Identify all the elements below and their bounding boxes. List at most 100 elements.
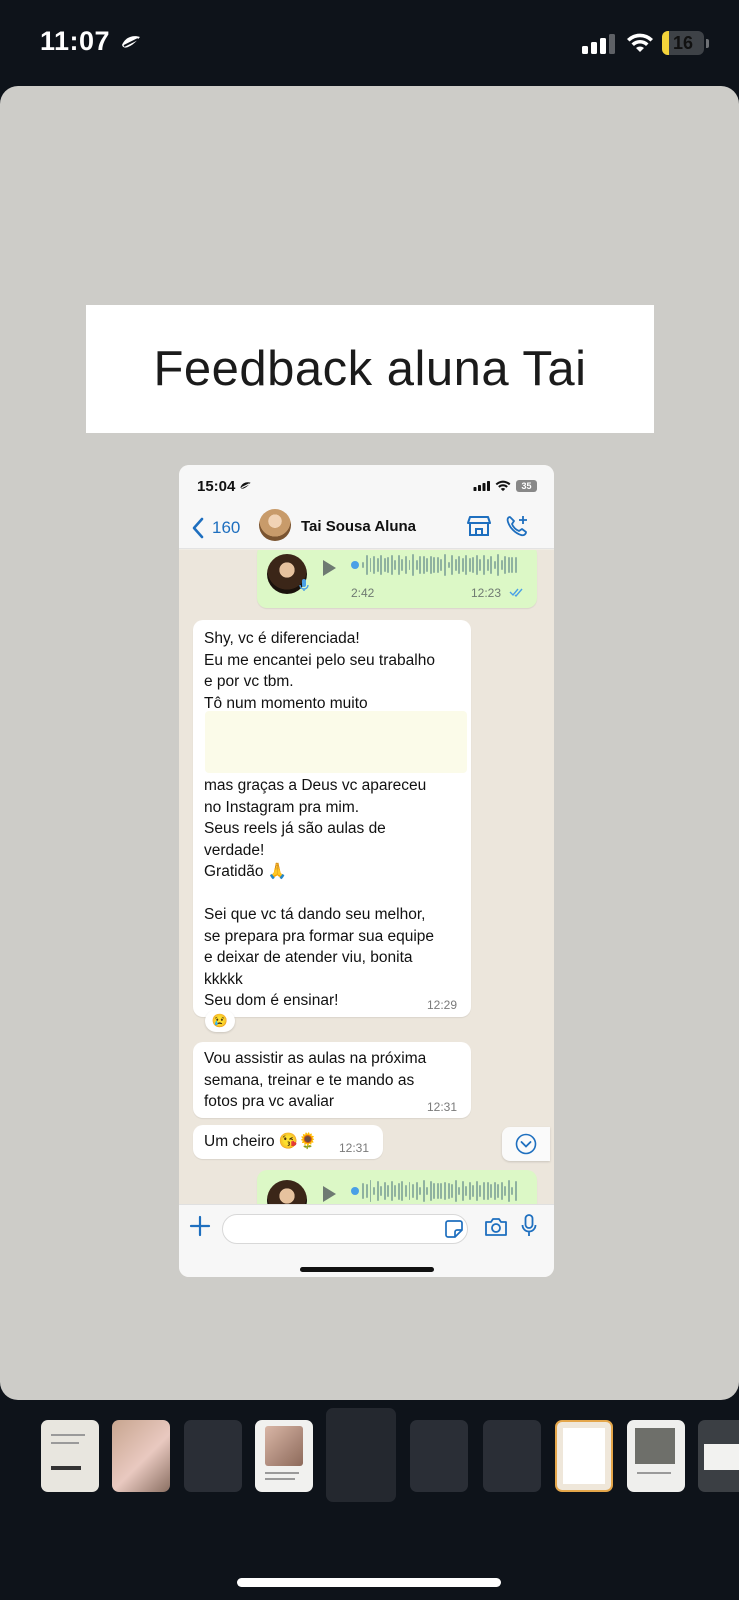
- waveform-bar: [454, 1180, 457, 1202]
- contact-name: Tai Sousa Aluna: [301, 518, 417, 535]
- waveform-bar: [475, 1180, 478, 1202]
- wifi-icon: [627, 33, 653, 52]
- waveform-bar: [436, 556, 439, 574]
- waveform-bar: [440, 1183, 443, 1199]
- waveform-bar: [362, 562, 365, 568]
- home-indicator[interactable]: [237, 1578, 501, 1587]
- waveform-bar: [461, 558, 464, 572]
- waveform-bar: [408, 560, 411, 570]
- waveform-bar: [497, 554, 500, 576]
- message-text: Vou assistir as aulas na próxima semana,…: [204, 1050, 427, 1110]
- waveform-bar: [429, 1181, 432, 1201]
- waveform-bar: [373, 1186, 376, 1196]
- message-input: [222, 1214, 468, 1244]
- waveform-bar: [479, 1184, 482, 1198]
- waveform-bar: [447, 1183, 450, 1199]
- story-thumbnail[interactable]: [555, 1420, 613, 1492]
- message-bubble: Shy, vc é diferenciada! Eu me encantei p…: [193, 620, 471, 1017]
- message-time: 12:31: [339, 1141, 370, 1155]
- waveform-bar: [504, 555, 507, 575]
- waveform-bar: [426, 557, 429, 573]
- story-title: Feedback aluna Tai: [153, 342, 587, 396]
- waveform-bar: [419, 1186, 422, 1196]
- story-thumbnail[interactable]: [184, 1420, 242, 1492]
- waveform-bar: [483, 555, 485, 575]
- story-thumbnail[interactable]: [483, 1420, 541, 1492]
- waveform-bar: [387, 557, 390, 573]
- contact-avatar: [259, 509, 291, 541]
- chevron-down-icon: [515, 1133, 537, 1155]
- waveform-bar: [394, 1184, 397, 1198]
- thumbnail-image: [635, 1428, 675, 1464]
- waveform-bar: [408, 1181, 411, 1201]
- wifi-icon: [495, 480, 511, 492]
- story-thumbnail[interactable]: [255, 1420, 313, 1492]
- waveform-bar: [380, 1185, 383, 1197]
- waveform-bar: [461, 1181, 464, 1201]
- waveform-bar: [433, 1183, 436, 1199]
- waveform-bar: [490, 1184, 493, 1198]
- battery-percent: 35: [516, 480, 537, 492]
- waveform-bar: [475, 554, 478, 576]
- waveform-bar: [373, 556, 376, 574]
- story-thumbnail[interactable]: [627, 1420, 685, 1492]
- battery-percent: 16: [672, 33, 694, 53]
- plus-icon: [189, 1215, 211, 1237]
- waveform-bar: [390, 1180, 393, 1202]
- message-time: 12:23: [471, 586, 502, 600]
- waveform-bar: [387, 1185, 390, 1197]
- waveform-bar: [436, 1182, 439, 1200]
- playhead: [351, 561, 359, 569]
- signal-icon: [473, 481, 490, 491]
- waveform-bar: [486, 558, 489, 572]
- waveform-bar: [458, 556, 461, 574]
- waveform-bar: [483, 1182, 485, 1200]
- story-thumbnail-strip: [0, 1400, 739, 1600]
- message-time: 12:31: [427, 1100, 458, 1114]
- story-thumbnail[interactable]: [698, 1420, 739, 1492]
- waveform-bar: [479, 559, 482, 571]
- chat-area: 2:42 12:23 Shy, vc é diferenciada! Eu me…: [179, 550, 554, 1204]
- thumbnail-image: [704, 1444, 739, 1470]
- waveform-bar: [444, 1181, 446, 1201]
- voice-waveform: [351, 554, 517, 576]
- waveform-bar: [486, 1181, 489, 1201]
- voice-message: 2:42 12:23: [257, 550, 537, 608]
- thumbnail-image: [563, 1428, 605, 1484]
- waveform-bar: [500, 1182, 503, 1200]
- redaction-overlay: [205, 711, 467, 773]
- voice-duration: 2:42: [351, 586, 375, 600]
- waveform-bar: [401, 559, 404, 571]
- waveform-bar: [419, 555, 422, 575]
- back-unread-count: 160: [212, 518, 241, 537]
- message-bubble: Vou assistir as aulas na próxima semana,…: [193, 1042, 471, 1118]
- story-thumbnail[interactable]: [41, 1420, 99, 1492]
- message-text: Shy, vc é diferenciada! Eu me encantei p…: [204, 630, 435, 712]
- voice-waveform: [351, 1180, 517, 1202]
- waveform-bar: [507, 556, 510, 574]
- back-chevron-icon: [192, 517, 204, 539]
- waveform-bar: [376, 558, 379, 572]
- waveform-bar: [412, 554, 415, 576]
- story-thumbnail-current[interactable]: [326, 1408, 396, 1502]
- battery-indicator: 16: [662, 31, 704, 55]
- story-thumbnail[interactable]: [410, 1420, 468, 1492]
- waveform-bar: [465, 1185, 468, 1197]
- waveform-bar: [394, 559, 397, 571]
- waveform-bar: [497, 1183, 500, 1199]
- home-indicator: [300, 1267, 434, 1272]
- waveform-bar: [376, 1181, 379, 1201]
- thumbnail-image: [265, 1426, 303, 1466]
- message-reaction: 😢: [205, 1010, 235, 1032]
- waveform-bar: [444, 554, 446, 576]
- waveform-bar: [404, 556, 407, 574]
- waveform-bar: [401, 1181, 404, 1201]
- story-thumbnail[interactable]: [112, 1420, 170, 1492]
- waveform-bar: [458, 1186, 461, 1196]
- waveform-bar: [383, 1182, 386, 1200]
- chat-header: 15:04 35 160 Tai Sousa Aluna: [179, 465, 554, 549]
- waveform-bar: [429, 556, 432, 574]
- voice-message: [257, 1170, 537, 1204]
- message-input-bar: [179, 1204, 554, 1277]
- waveform-bar: [451, 1184, 454, 1198]
